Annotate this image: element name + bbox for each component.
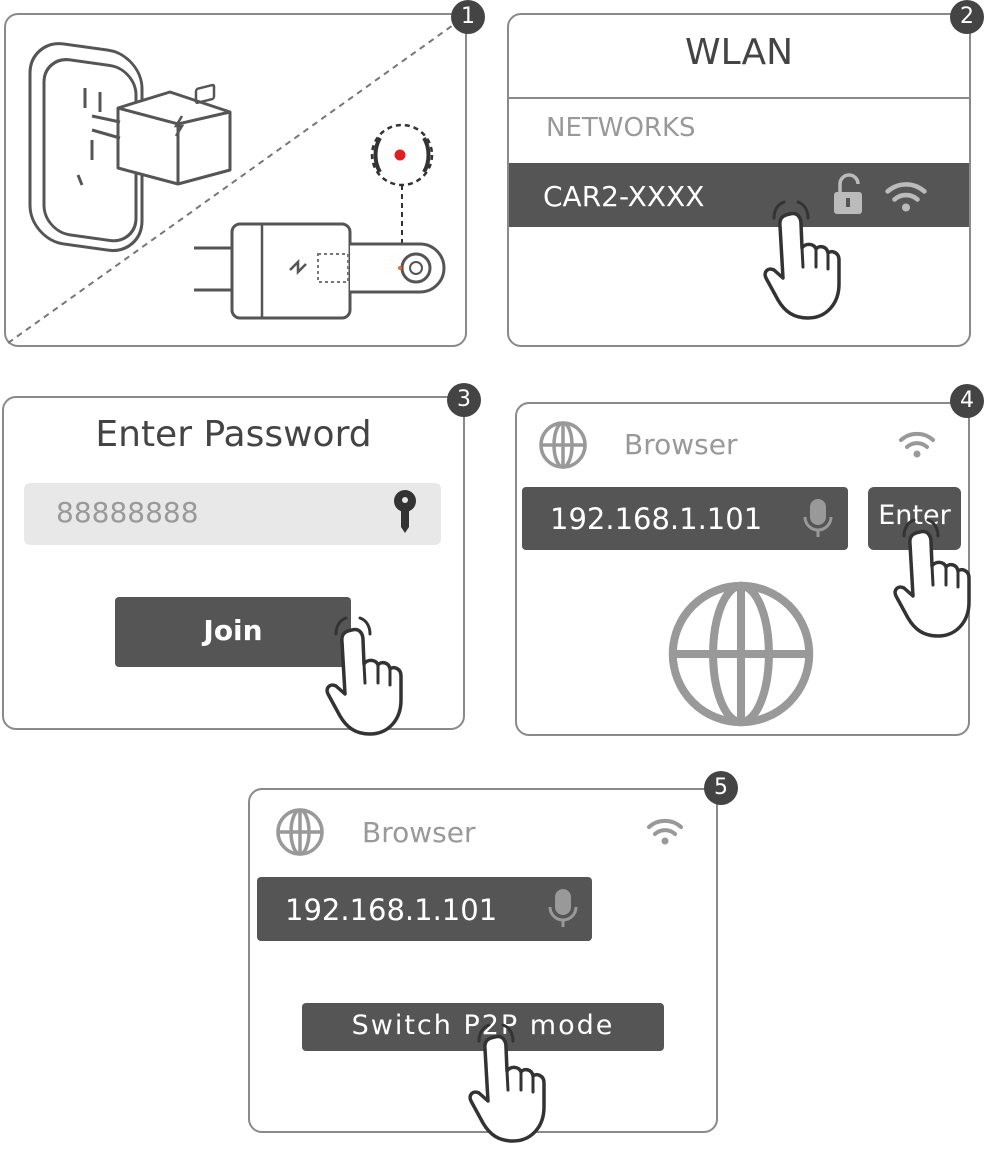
- microphone-icon: [548, 887, 578, 929]
- panel-5-overlay: [276, 808, 683, 1143]
- globe-icon: [276, 808, 324, 856]
- step-number-5: 5: [704, 771, 738, 805]
- pointing-hand-icon: [468, 1023, 546, 1143]
- wifi-icon: [647, 818, 683, 847]
